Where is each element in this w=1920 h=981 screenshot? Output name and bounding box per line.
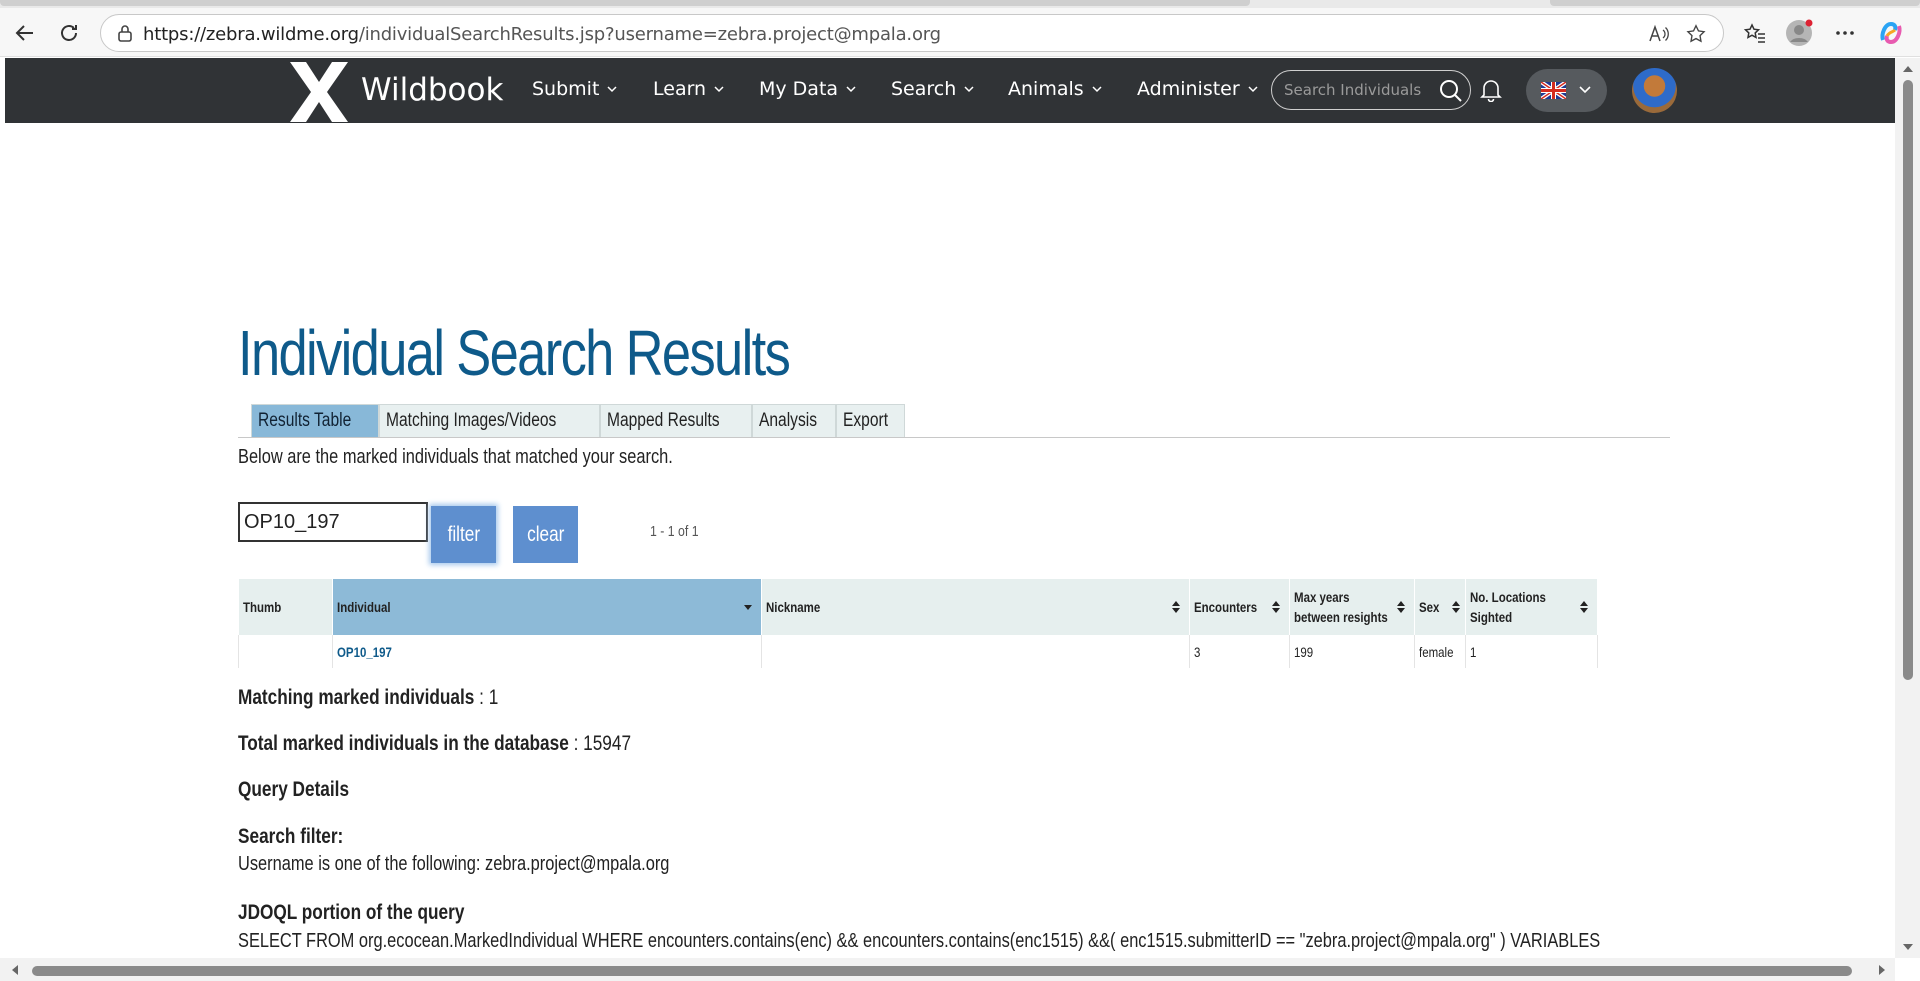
- sort-icon: [1452, 601, 1461, 613]
- column-header-locations[interactable]: No. Locations Sighted: [1465, 579, 1598, 635]
- sort-icon: [1397, 601, 1406, 613]
- jdoql-heading: JDOQL portion of the query: [238, 901, 465, 924]
- brand-name[interactable]: Wildbook: [361, 72, 503, 108]
- nav-my-data-label: My Data: [759, 78, 839, 100]
- column-header-sex[interactable]: Sex: [1414, 579, 1467, 635]
- uk-flag-icon: [1541, 82, 1566, 99]
- search-icon[interactable]: [1438, 78, 1464, 104]
- search-individuals-box: [1271, 70, 1471, 110]
- more-options-icon[interactable]: [1828, 16, 1862, 50]
- results-table: Thumb Individual Nickname Encounters Max…: [238, 579, 1598, 668]
- nav-submit[interactable]: Submit: [532, 78, 617, 100]
- nav-administer[interactable]: Administer: [1137, 78, 1258, 100]
- search-individuals-input[interactable]: [1284, 79, 1434, 101]
- horizontal-scroll-thumb[interactable]: [32, 966, 1852, 976]
- pagination-info: 1 - 1 of 1: [650, 523, 699, 540]
- sort-icon: [1272, 601, 1281, 613]
- favorite-star-icon[interactable]: [1683, 21, 1709, 47]
- jdoql-text: SELECT FROM org.ecocean.MarkedIndividual…: [238, 930, 1601, 952]
- lock-icon: [118, 25, 132, 42]
- vertical-scroll-thumb[interactable]: [1903, 80, 1913, 680]
- wildbook-logo-icon[interactable]: [286, 62, 352, 122]
- cell-sex: female: [1414, 635, 1467, 668]
- nav-submit-label: Submit: [532, 78, 600, 100]
- chevron-down-icon: [607, 86, 617, 93]
- scroll-left-icon[interactable]: [10, 964, 20, 976]
- intro-text: Below are the marked individuals that ma…: [238, 446, 673, 468]
- nav-animals-label: Animals: [1008, 78, 1084, 100]
- nav-animals[interactable]: Animals: [1008, 78, 1102, 100]
- notification-bell-icon[interactable]: [1480, 78, 1502, 102]
- nav-search[interactable]: Search: [891, 78, 974, 100]
- nav-administer-label: Administer: [1137, 78, 1240, 100]
- tab-label: Analysis: [758, 410, 817, 431]
- individual-link[interactable]: OP10_197: [337, 644, 404, 660]
- profile-icon[interactable]: [1782, 16, 1816, 50]
- nav-search-label: Search: [891, 78, 957, 100]
- clear-button[interactable]: clear: [513, 506, 578, 563]
- chevron-down-icon: [1092, 86, 1102, 93]
- tab-mapped-results[interactable]: Mapped Results: [600, 404, 752, 437]
- column-header-individual[interactable]: Individual: [332, 579, 762, 635]
- scroll-right-icon[interactable]: [1877, 964, 1887, 976]
- tab-label: Matching Images/Videos: [385, 410, 557, 431]
- query-details-heading: Query Details: [238, 778, 350, 801]
- column-header-nickname[interactable]: Nickname: [761, 579, 1191, 635]
- sort-icon: [1172, 601, 1181, 613]
- cell-encounters: 3: [1189, 635, 1291, 668]
- tab-label: Export: [843, 410, 889, 431]
- tab-results-table[interactable]: Results Table: [251, 404, 379, 437]
- read-aloud-icon[interactable]: [1646, 21, 1672, 47]
- copilot-icon[interactable]: [1874, 16, 1908, 50]
- column-header-encounters[interactable]: Encounters: [1189, 579, 1291, 635]
- horizontal-scrollbar[interactable]: [0, 958, 1895, 981]
- tab-divider: [238, 437, 1670, 438]
- scroll-down-icon[interactable]: [1902, 942, 1914, 952]
- nav-learn-label: Learn: [653, 78, 707, 100]
- results-tabs: Results Table Matching Images/Videos Map…: [251, 404, 906, 437]
- chevron-down-icon: [846, 86, 856, 93]
- sort-icon: [1580, 601, 1588, 613]
- cell-nickname: [761, 635, 1191, 668]
- tab-label: Mapped Results: [607, 410, 721, 431]
- nav-my-data[interactable]: My Data: [759, 78, 856, 100]
- search-filter-heading: Search filter:: [238, 825, 344, 848]
- page-viewport: Wildbook Submit Learn My Data Search Ani…: [5, 58, 1895, 958]
- address-bar[interactable]: https://zebra.wildme.org/individualSearc…: [100, 14, 1724, 52]
- search-filter-text: Username is one of the following: zebra.…: [238, 853, 670, 875]
- matching-individuals-stat: Matching marked individuals : 1: [238, 686, 499, 709]
- column-header-thumb[interactable]: Thumb: [238, 579, 333, 635]
- cell-individual: OP10_197: [332, 635, 762, 668]
- chevron-down-icon: [1579, 86, 1591, 94]
- vertical-scrollbar[interactable]: [1895, 58, 1920, 958]
- chevron-down-icon: [714, 86, 724, 93]
- filter-button[interactable]: filter: [431, 506, 496, 563]
- navbar: Wildbook Submit Learn My Data Search Ani…: [5, 58, 1895, 123]
- back-icon[interactable]: [8, 16, 42, 50]
- total-individuals-stat: Total marked individuals in the database…: [238, 732, 632, 755]
- table-row[interactable]: OP10_197 3 199 female 1: [238, 635, 1598, 668]
- sort-desc-icon: [743, 605, 752, 610]
- tab-analysis[interactable]: Analysis: [751, 404, 837, 437]
- column-header-max-years[interactable]: Max years between resights: [1289, 579, 1416, 635]
- tab-strip: [0, 0, 1920, 8]
- browser-chrome: https://zebra.wildme.org/individualSearc…: [0, 0, 1920, 57]
- language-selector[interactable]: [1526, 69, 1607, 112]
- chevron-down-icon: [964, 86, 974, 93]
- user-avatar[interactable]: [1632, 68, 1677, 113]
- tab-export[interactable]: Export: [836, 404, 906, 437]
- url-text[interactable]: https://zebra.wildme.org/individualSearc…: [143, 24, 941, 45]
- page-title: Individual Search Results: [238, 317, 791, 389]
- favorites-icon[interactable]: [1738, 16, 1772, 50]
- filter-input[interactable]: [238, 502, 428, 542]
- nav-learn[interactable]: Learn: [653, 78, 724, 100]
- reload-icon[interactable]: [52, 16, 86, 50]
- tab-label: Results Table: [258, 410, 352, 431]
- cell-max-years: 199: [1289, 635, 1416, 668]
- tab-matching-images-videos[interactable]: Matching Images/Videos: [378, 404, 601, 437]
- cell-thumb: [238, 635, 333, 668]
- scroll-up-icon[interactable]: [1902, 64, 1914, 74]
- chevron-down-icon: [1248, 86, 1258, 93]
- cell-locations: 1: [1465, 635, 1598, 668]
